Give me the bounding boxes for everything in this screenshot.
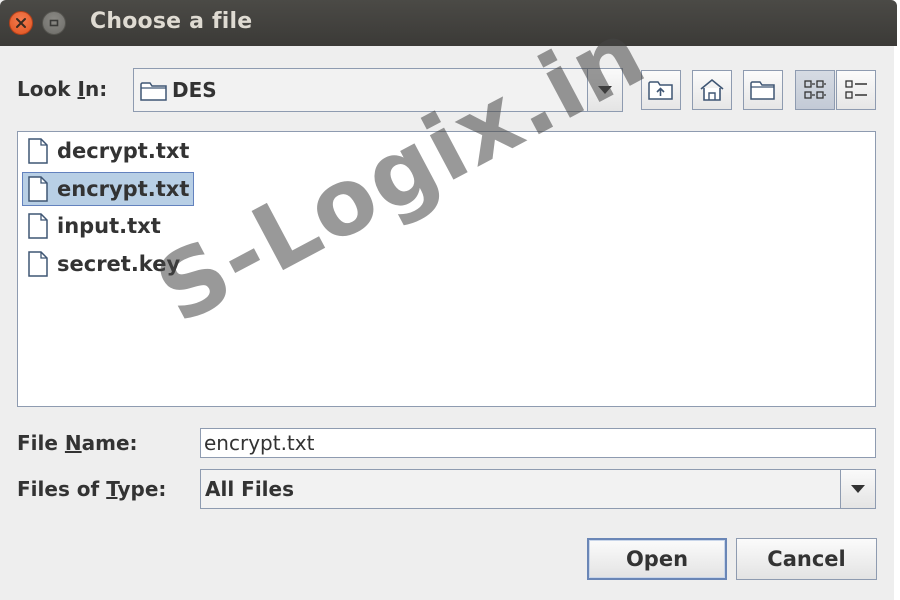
file-name: decrypt.txt [57, 139, 190, 163]
minimize-icon [49, 19, 59, 27]
file-icon [27, 212, 49, 240]
cancel-button[interactable]: Cancel [736, 538, 877, 580]
close-button[interactable] [9, 11, 33, 35]
list-view-icon [804, 80, 826, 99]
look-in-dropdown-arrow[interactable] [587, 69, 622, 111]
file-item[interactable]: input.txt [22, 209, 166, 243]
chevron-down-icon [598, 86, 612, 94]
list-view-button[interactable] [795, 70, 835, 110]
file-icon [27, 137, 49, 165]
files-of-type-combo[interactable]: All Files [200, 469, 876, 509]
look-in-value: DES [172, 78, 217, 102]
new-folder-icon [750, 81, 775, 100]
folder-icon [139, 79, 169, 107]
window-title: Choose a file [90, 9, 253, 34]
files-of-type-value: All Files [205, 477, 294, 501]
open-button[interactable]: Open [587, 538, 727, 580]
file-item[interactable]: decrypt.txt [22, 134, 194, 168]
file-name: input.txt [57, 214, 161, 238]
file-name-label: File Name: [17, 431, 138, 455]
up-one-level-button[interactable] [641, 70, 681, 110]
details-view-icon [845, 80, 867, 99]
file-item[interactable]: encrypt.txt [22, 171, 195, 206]
up-folder-icon [648, 81, 673, 100]
file-name: encrypt.txt [57, 176, 190, 201]
file-name: secret.key [57, 251, 181, 276]
file-icon [27, 175, 49, 203]
close-icon [16, 18, 26, 28]
title-bar[interactable]: Choose a file [0, 0, 897, 46]
look-in-combo[interactable]: DES [133, 68, 623, 112]
files-of-type-dropdown-arrow[interactable] [840, 470, 875, 508]
file-icon [27, 250, 49, 278]
file-item[interactable]: secret.key [22, 247, 185, 281]
file-list[interactable]: decrypt.txt encrypt.txt input.txt secret.ke… [17, 131, 876, 407]
home-button[interactable] [692, 70, 732, 110]
look-in-label: Look In: [17, 77, 108, 101]
file-name-input[interactable] [200, 428, 876, 458]
minimize-button[interactable] [42, 11, 66, 35]
new-folder-button[interactable] [743, 70, 783, 110]
home-icon [700, 78, 724, 101]
files-of-type-label: Files of Type: [17, 477, 167, 501]
file-chooser-dialog: Choose a file Look In: DES decrypt.txt e… [0, 0, 897, 600]
chevron-down-icon [851, 485, 865, 493]
details-view-button[interactable] [836, 70, 876, 110]
